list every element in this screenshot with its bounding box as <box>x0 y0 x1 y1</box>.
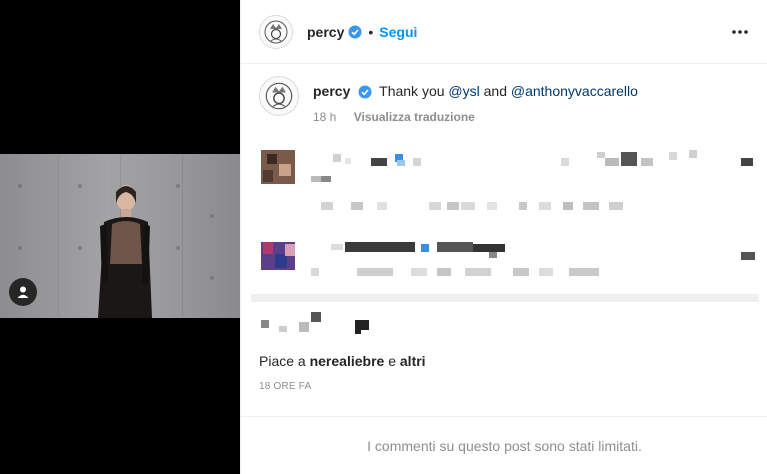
verified-badge-icon <box>358 85 372 99</box>
caption-avatar[interactable] <box>259 76 299 116</box>
translate-button[interactable]: Visualizza traduzione <box>354 110 475 124</box>
header-separator: • <box>368 23 374 40</box>
likes-prefix: Piace a <box>259 353 310 369</box>
avatar-illustration-icon <box>265 82 293 110</box>
model-figure <box>98 185 152 318</box>
mention-link[interactable]: @anthonyvaccarello <box>511 83 638 99</box>
pixelated-content <box>261 242 755 276</box>
likes-summary[interactable]: Piace a nerealiebre e altri <box>259 353 426 369</box>
wall-dot <box>210 276 214 280</box>
wall-seam <box>182 154 183 318</box>
actions-divider <box>251 294 759 302</box>
follow-button[interactable]: Segui <box>379 24 417 40</box>
wall-dot <box>78 246 82 250</box>
caption-username[interactable]: percy <box>313 83 350 99</box>
liker-username[interactable]: nerealiebre <box>310 353 385 369</box>
post-caption: percy Thank you @ysl and @anthonyvaccare… <box>259 76 638 126</box>
caption-meta: 18 h Visualizza traduzione <box>313 108 638 126</box>
post-header: percy • Segui <box>241 0 767 64</box>
redacted-action-icons <box>259 310 379 336</box>
wall-dot <box>176 246 180 250</box>
wall-dot <box>176 184 180 188</box>
post-details-panel: percy • Segui percy Thank you @ysl and @… <box>240 0 767 474</box>
likes-middle: e <box>384 353 400 369</box>
more-options-icon[interactable] <box>730 22 750 42</box>
likes-others-link[interactable]: altri <box>400 353 426 369</box>
user-tag-icon <box>17 286 29 298</box>
wall-dot <box>78 184 82 188</box>
wall-dot <box>210 214 214 218</box>
comments-divider <box>241 416 767 417</box>
wall-seam <box>58 154 59 318</box>
verified-badge-icon <box>348 25 362 38</box>
mention-link[interactable]: @ysl <box>448 83 479 99</box>
redacted-comment <box>261 150 761 220</box>
user-tag-button[interactable] <box>9 278 37 306</box>
pixelated-content <box>261 312 369 334</box>
post-media[interactable] <box>0 0 240 474</box>
caption-body: percy Thank you @ysl and @anthonyvaccare… <box>313 76 638 126</box>
author-username[interactable]: percy <box>307 24 344 40</box>
pixelated-content <box>261 150 753 210</box>
author-avatar[interactable] <box>259 14 293 49</box>
caption-age: 18 h <box>313 110 337 124</box>
wall-dot <box>18 184 22 188</box>
wall-dot <box>18 246 22 250</box>
comments-limited-notice: I commenti su questo post sono stati lim… <box>367 438 642 454</box>
caption-text: Thank you <box>379 83 449 99</box>
redacted-comment <box>261 240 761 280</box>
caption-text: and <box>479 83 511 99</box>
avatar-illustration-icon <box>264 20 288 43</box>
post-timestamp[interactable]: 18 ORE FA <box>259 381 311 392</box>
